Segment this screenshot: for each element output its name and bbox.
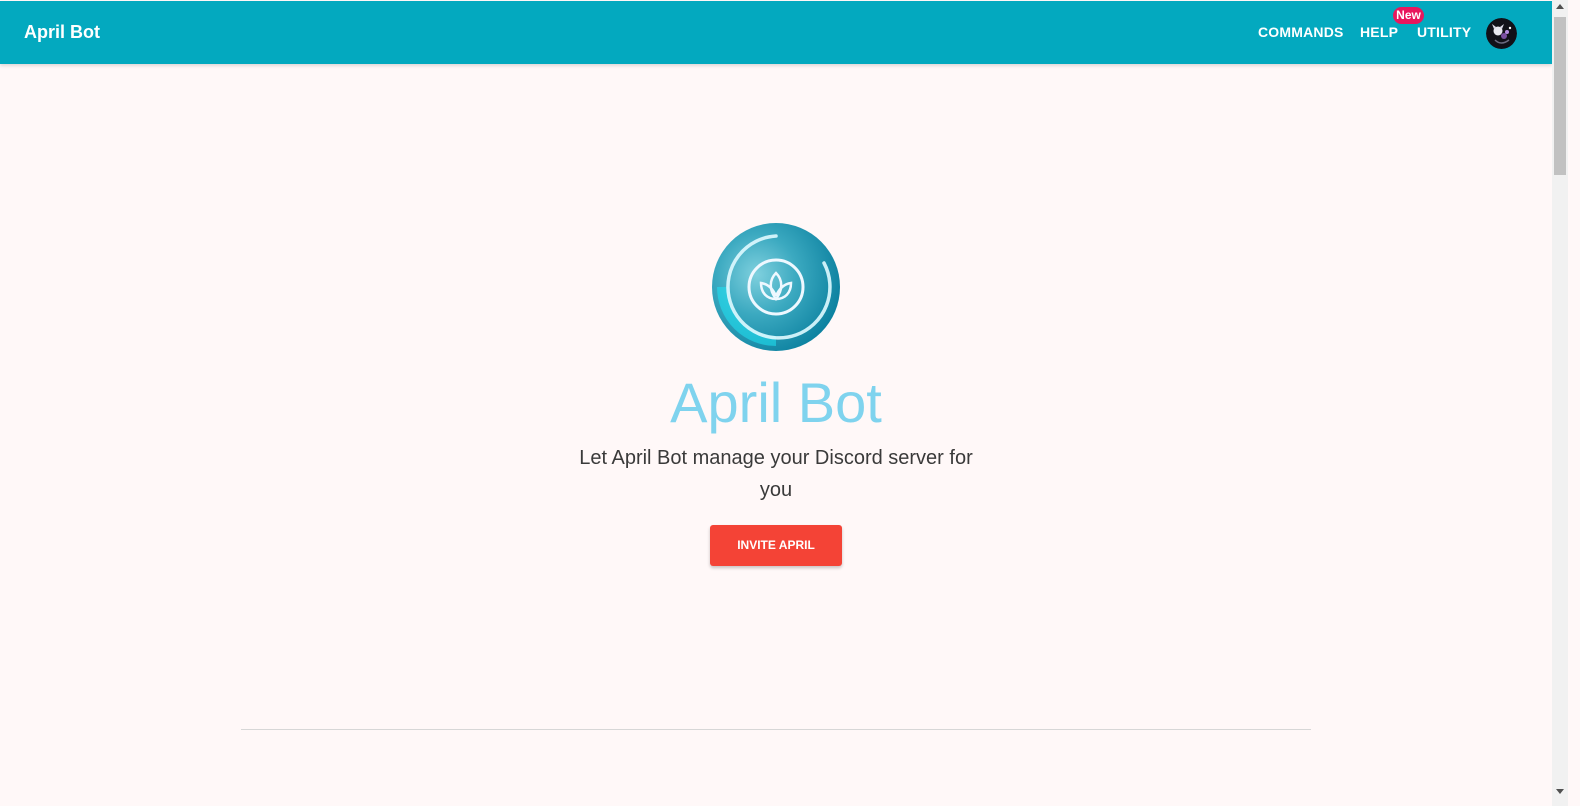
scroll-up-arrow-icon[interactable] xyxy=(1556,4,1564,9)
new-badge: New xyxy=(1393,7,1424,24)
section-divider xyxy=(241,729,1311,730)
invite-april-button[interactable]: INVITE APRIL xyxy=(710,525,842,566)
user-avatar[interactable] xyxy=(1486,18,1517,49)
hero-tagline: Let April Bot manage your Discord server… xyxy=(579,447,973,501)
nav-utility-link[interactable]: UTILITY xyxy=(1417,1,1471,64)
brand-link[interactable]: April Bot xyxy=(24,1,100,64)
lotus-logo-icon xyxy=(712,223,840,351)
nav-help-link[interactable]: HELP xyxy=(1360,1,1398,64)
vertical-scrollbar[interactable] xyxy=(1552,0,1568,806)
scroll-down-arrow-icon[interactable] xyxy=(1556,789,1564,794)
top-navbar: April Bot COMMANDS HELP UTILITY New xyxy=(0,1,1552,64)
page: April Bot COMMANDS HELP UTILITY New Apri… xyxy=(0,0,1580,806)
nav-commands-link[interactable]: COMMANDS xyxy=(1258,1,1344,64)
avatar-image xyxy=(1486,18,1517,49)
hero-title: April Bot xyxy=(670,371,882,434)
scrollbar-thumb[interactable] xyxy=(1554,17,1566,175)
